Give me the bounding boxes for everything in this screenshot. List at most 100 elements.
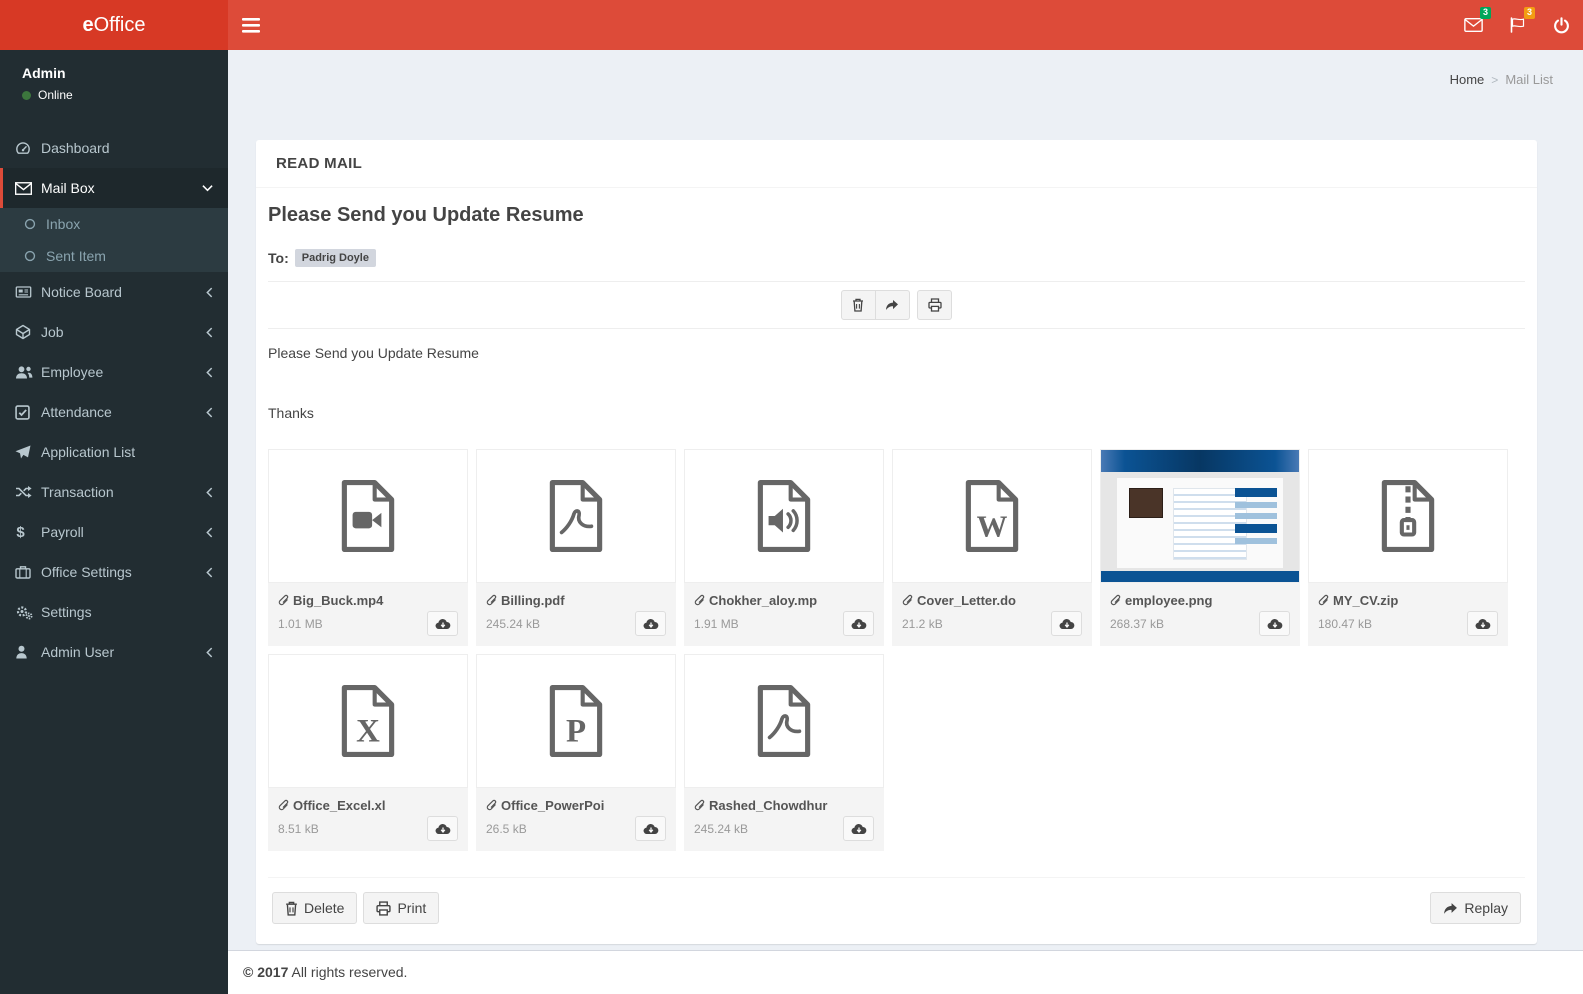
app-logo[interactable]: e Office (0, 0, 228, 50)
logo-text: Office (93, 13, 146, 36)
chevron-left-icon (206, 327, 213, 338)
download-button[interactable] (427, 816, 458, 841)
download-button[interactable] (635, 816, 666, 841)
attachment-name[interactable]: Rashed_Chowdhur (694, 798, 874, 813)
sidebar-item-dashboard[interactable]: Dashboard (0, 128, 228, 168)
chevron-left-icon (206, 647, 213, 658)
paperclip-icon (278, 594, 290, 607)
forward-mail-button[interactable] (874, 290, 910, 320)
paperclip-icon (278, 799, 290, 812)
attachment-info: employee.png 268.37 kB (1100, 583, 1300, 646)
attachment-name[interactable]: MY_CV.zip (1318, 593, 1498, 608)
svg-text:$: $ (16, 524, 25, 540)
chevron-left-icon (206, 567, 213, 578)
app-window: e Office 3 3 Admin Online Dashboard Mail… (0, 0, 1583, 994)
download-button[interactable] (1051, 611, 1082, 636)
sidebar-item-settings[interactable]: Settings (0, 592, 228, 632)
attachment-meta: 245.24 kB (694, 816, 874, 841)
file-video-icon (268, 449, 468, 583)
attachment-info: Chokher_aloy.mp 1.91 MB (684, 583, 884, 646)
sidebar-item-transaction[interactable]: Transaction (0, 472, 228, 512)
attachment-name[interactable]: Big_Buck.mp4 (278, 593, 458, 608)
file-word-icon: W (892, 449, 1092, 583)
svg-text:P: P (566, 714, 586, 750)
copyright-year: © 2017 (243, 964, 289, 980)
download-button[interactable] (635, 611, 666, 636)
attachments-list: Big_Buck.mp4 1.01 MB Billing.pdf 245.24 … (268, 449, 1525, 851)
sidebar-item-admin-user[interactable]: Admin User (0, 632, 228, 672)
attachment-size: 180.47 kB (1318, 616, 1373, 631)
sidebar-item-payroll[interactable]: $ Payroll (0, 512, 228, 552)
panel-title: READ MAIL (276, 155, 363, 172)
attachment-name[interactable]: Cover_Letter.do (902, 593, 1082, 608)
svg-text:W: W (977, 510, 1008, 544)
user-name: Admin (22, 65, 66, 81)
sidebar-item-inbox[interactable]: Inbox (0, 208, 228, 240)
download-button[interactable] (843, 816, 874, 841)
sidebar-item-application-list[interactable]: Application List (0, 432, 228, 472)
download-button[interactable] (427, 611, 458, 636)
download-button[interactable] (843, 611, 874, 636)
content-header: Home > Mail List (228, 50, 1583, 110)
file-powerpoint-icon: P (476, 654, 676, 788)
notifications-badge: 3 (1523, 7, 1535, 19)
chevron-left-icon (206, 487, 213, 498)
attachment-name[interactable]: Billing.pdf (486, 593, 666, 608)
logo-accent: e (82, 13, 94, 36)
breadcrumb-current: Mail List (1505, 72, 1553, 87)
sidebar-item-attendance[interactable]: Attendance (0, 392, 228, 432)
gears-icon (15, 605, 41, 620)
shuffle-icon (15, 485, 41, 499)
check-square-icon (15, 404, 41, 420)
file-excel-icon: X (268, 654, 468, 788)
sidebar-item-label: Application List (41, 444, 136, 460)
attachment-name[interactable]: Office_Excel.xl (278, 798, 458, 813)
sidebar-item-notice-board[interactable]: Notice Board (0, 272, 228, 312)
chevron-down-icon (202, 184, 213, 192)
sidebar-item-sent-item[interactable]: Sent Item (0, 240, 228, 272)
print-mail-button[interactable] (917, 290, 953, 320)
chevron-left-icon (206, 287, 213, 298)
logout-button[interactable] (1539, 0, 1583, 50)
messages-badge: 3 (1479, 7, 1491, 19)
forward-icon (1443, 902, 1458, 915)
sidebar-item-label: Payroll (41, 524, 84, 540)
paperclip-icon (694, 799, 706, 812)
sidebar-item-employee[interactable]: Employee (0, 352, 228, 392)
delete-button[interactable]: Delete (272, 892, 358, 924)
print-icon (376, 900, 392, 916)
notifications-menu[interactable]: 3 (1495, 0, 1539, 50)
breadcrumb: Home > Mail List (1450, 72, 1553, 87)
cloud-download-icon (851, 618, 867, 630)
delete-mail-button[interactable] (840, 290, 876, 320)
print-button[interactable]: Print (363, 892, 440, 924)
attachment-name[interactable]: Chokher_aloy.mp (694, 593, 874, 608)
download-button[interactable] (1259, 611, 1290, 636)
attachment-card: P Office_PowerPoi 26.5 kB (476, 654, 676, 851)
sidebar-item-job[interactable]: Job (0, 312, 228, 352)
file-pdf-icon (476, 449, 676, 583)
cloud-download-icon (643, 823, 659, 835)
breadcrumb-separator: > (1491, 72, 1499, 87)
sidebar-item-label: Attendance (41, 404, 112, 420)
download-button[interactable] (1467, 611, 1498, 636)
attachment-size: 245.24 kB (694, 821, 749, 836)
paperclip-icon (694, 594, 706, 607)
attachment-name[interactable]: Office_PowerPoi (486, 798, 666, 813)
to-label: To: (268, 250, 289, 266)
sidebar-item-mailbox[interactable]: Mail Box (0, 168, 228, 208)
sidebar-toggle-button[interactable] (228, 0, 274, 50)
breadcrumb-home[interactable]: Home (1450, 72, 1485, 87)
attachment-info: Office_Excel.xl 8.51 kB (268, 788, 468, 851)
paperclip-icon (902, 594, 914, 607)
attachment-name[interactable]: employee.png (1110, 593, 1290, 608)
replay-button[interactable]: Replay (1430, 892, 1521, 924)
sidebar-item-label: Mail Box (41, 180, 95, 196)
attachment-size: 26.5 kB (486, 821, 527, 836)
attachment-info: Billing.pdf 245.24 kB (476, 583, 676, 646)
messages-menu[interactable]: 3 (1451, 0, 1495, 50)
thumbnail-header (1101, 450, 1299, 472)
codepen-icon (15, 324, 41, 340)
sidebar-item-office-settings[interactable]: Office Settings (0, 552, 228, 592)
mail-subject: Please Send you Update Resume (268, 204, 584, 226)
